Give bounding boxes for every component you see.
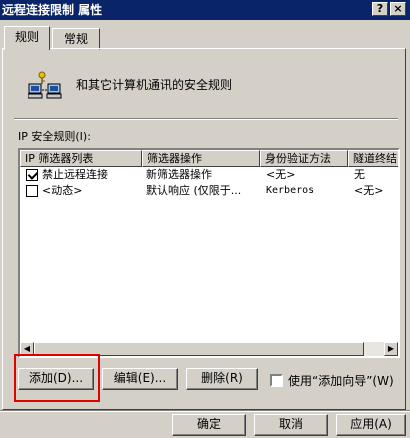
tab-general[interactable]: 常规: [52, 28, 100, 50]
footer-separator: [0, 410, 410, 412]
rules-list[interactable]: IP 筛选器列表 筛选器操作 身份验证方法 隧道终结 禁止远程连接 新筛选器操作…: [18, 148, 400, 358]
rules-list-label: IP 安全规则(I):: [18, 130, 91, 143]
header-separator: [14, 118, 398, 120]
title-bar: 远程连接限制 属性 ? ×: [0, 0, 410, 20]
use-wizard-checkbox[interactable]: [270, 374, 283, 387]
list-header: IP 筛选器列表 筛选器操作 身份验证方法 隧道终结: [20, 150, 398, 167]
cell-filter-action: 默认响应 (仅限于...: [146, 184, 242, 197]
ok-button[interactable]: 确定: [172, 414, 246, 436]
rule-checkbox[interactable]: [26, 185, 38, 197]
help-button[interactable]: ?: [372, 2, 388, 16]
scroll-right-icon[interactable]: ▶: [384, 342, 398, 356]
header-text: 和其它计算机通讯的安全规则: [76, 78, 233, 92]
network-computers-icon: [28, 71, 62, 99]
cell-auth-method: <无>: [266, 168, 296, 181]
table-row[interactable]: <动态> 默认响应 (仅限于... Kerberos <无>: [20, 183, 398, 199]
cell-filter-list: <动态>: [42, 184, 83, 197]
table-row[interactable]: 禁止远程连接 新筛选器操作 <无> 无: [20, 167, 398, 183]
highlight-box: [14, 354, 100, 402]
cell-tunnel-endpoint: 无: [354, 168, 365, 181]
cell-filter-list: 禁止远程连接: [42, 168, 108, 181]
edit-button[interactable]: 编辑(E)...: [102, 368, 178, 390]
column-auth-method[interactable]: 身份验证方法: [260, 150, 348, 167]
cell-tunnel-endpoint: <无>: [354, 184, 384, 197]
rule-checkbox[interactable]: [26, 169, 38, 181]
remove-button[interactable]: 删除(R): [186, 368, 258, 390]
column-tunnel-endpoint[interactable]: 隧道终结: [348, 150, 398, 167]
column-filter-action[interactable]: 筛选器操作: [142, 150, 260, 167]
apply-button[interactable]: 应用(A): [336, 414, 406, 436]
window-title: 远程连接限制 属性: [2, 3, 103, 17]
cell-filter-action: 新筛选器操作: [146, 168, 212, 181]
tab-rules[interactable]: 规则: [4, 26, 50, 50]
use-wizard-label: 使用“添加向导”(W): [288, 374, 394, 388]
close-button[interactable]: ×: [390, 2, 406, 16]
column-filter-list[interactable]: IP 筛选器列表: [20, 150, 142, 167]
cell-auth-method: Kerberos: [266, 185, 315, 196]
cancel-button[interactable]: 取消: [254, 414, 328, 436]
